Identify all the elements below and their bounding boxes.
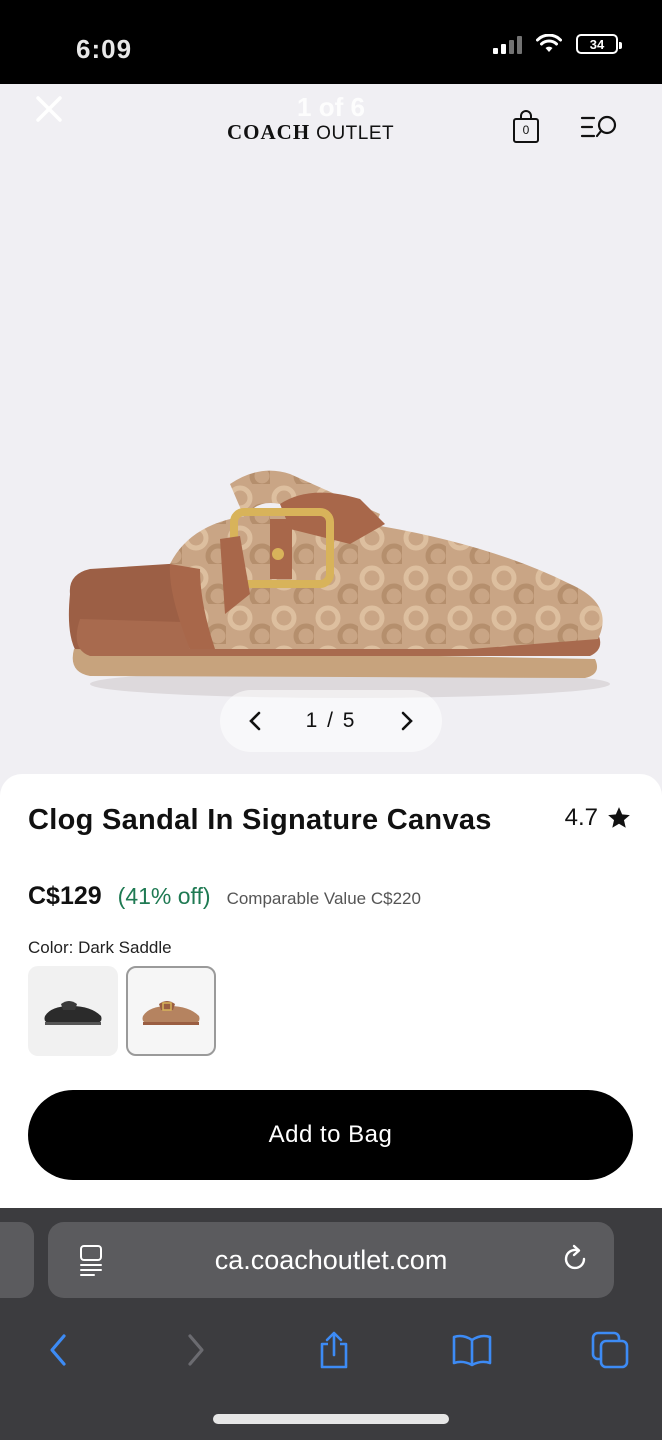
cellular-signal-icon <box>493 34 522 54</box>
swatch-black[interactable] <box>28 966 118 1056</box>
battery-icon: 34 <box>576 34 622 54</box>
url-text: ca.coachoutlet.com <box>214 1244 448 1275</box>
color-label: Color: Dark Saddle <box>28 938 172 957</box>
back-button[interactable] <box>36 1328 80 1372</box>
product-image <box>68 470 610 698</box>
product-title: Clog Sandal In Signature Canvas <box>28 804 492 836</box>
discount: (41% off) <box>117 883 211 909</box>
menu-search-icon[interactable] <box>580 110 622 144</box>
image-pager: 1 / 5 <box>220 690 442 752</box>
browser-toolbar <box>0 1320 662 1380</box>
product-gallery[interactable]: 1 of 6 COACH OUTLET 0 1 / 5 <box>0 84 662 804</box>
next-image-button[interactable] <box>394 708 420 734</box>
home-indicator[interactable] <box>213 1414 449 1424</box>
swatch-dark-saddle[interactable] <box>126 966 216 1056</box>
chevron-right-icon <box>188 1334 204 1366</box>
reader-mode-icon[interactable] <box>78 1244 104 1276</box>
tabs-icon <box>591 1331 629 1369</box>
forward-button[interactable] <box>174 1328 218 1372</box>
wifi-icon <box>536 34 562 52</box>
saddle-clog-thumbnail <box>142 1001 200 1025</box>
tabs-button[interactable] <box>588 1328 632 1372</box>
star-icon <box>608 807 630 828</box>
chevron-left-icon <box>50 1334 66 1366</box>
add-to-bag-button[interactable]: Add to Bag <box>28 1090 633 1180</box>
bag-count: 0 <box>522 123 530 137</box>
comparable-value: Comparable Value C$220 <box>226 889 421 908</box>
pager-text: 1 / 5 <box>305 709 357 732</box>
share-icon <box>320 1331 348 1369</box>
product-rating[interactable]: 4.7 <box>565 804 632 832</box>
previous-image-button[interactable] <box>242 708 268 734</box>
address-bar[interactable]: ca.coachoutlet.com <box>48 1222 614 1298</box>
brand-suffix: OUTLET <box>316 123 395 144</box>
brand-logo[interactable]: COACH OUTLET <box>227 120 394 145</box>
share-button[interactable] <box>312 1328 356 1372</box>
black-clog-thumbnail <box>44 1001 102 1025</box>
chevron-left-icon <box>249 711 261 731</box>
chevron-right-icon <box>401 711 413 731</box>
book-icon <box>452 1334 492 1367</box>
brand-name: COACH <box>227 120 311 144</box>
reload-icon[interactable] <box>560 1244 590 1274</box>
image-counter: 1 of 6 <box>297 92 365 122</box>
price: C$129 <box>28 882 102 910</box>
rating-value: 4.7 <box>564 804 598 831</box>
product-details: Clog Sandal In Signature Canvas 4.7 C$12… <box>0 774 662 1210</box>
price-row: C$129 (41% off) Comparable Value C$220 <box>28 882 421 911</box>
bookmarks-button[interactable] <box>450 1328 494 1372</box>
browser-chrome: ca.coachoutlet.com <box>0 1208 662 1440</box>
color-swatches <box>28 966 216 1056</box>
status-time: 6:09 <box>76 34 133 64</box>
status-icons: 34 <box>493 34 622 54</box>
status-bar: 6:09 34 <box>0 0 662 84</box>
shopping-bag-button[interactable]: 0 <box>512 110 540 144</box>
previous-tab-preview[interactable] <box>0 1222 34 1298</box>
